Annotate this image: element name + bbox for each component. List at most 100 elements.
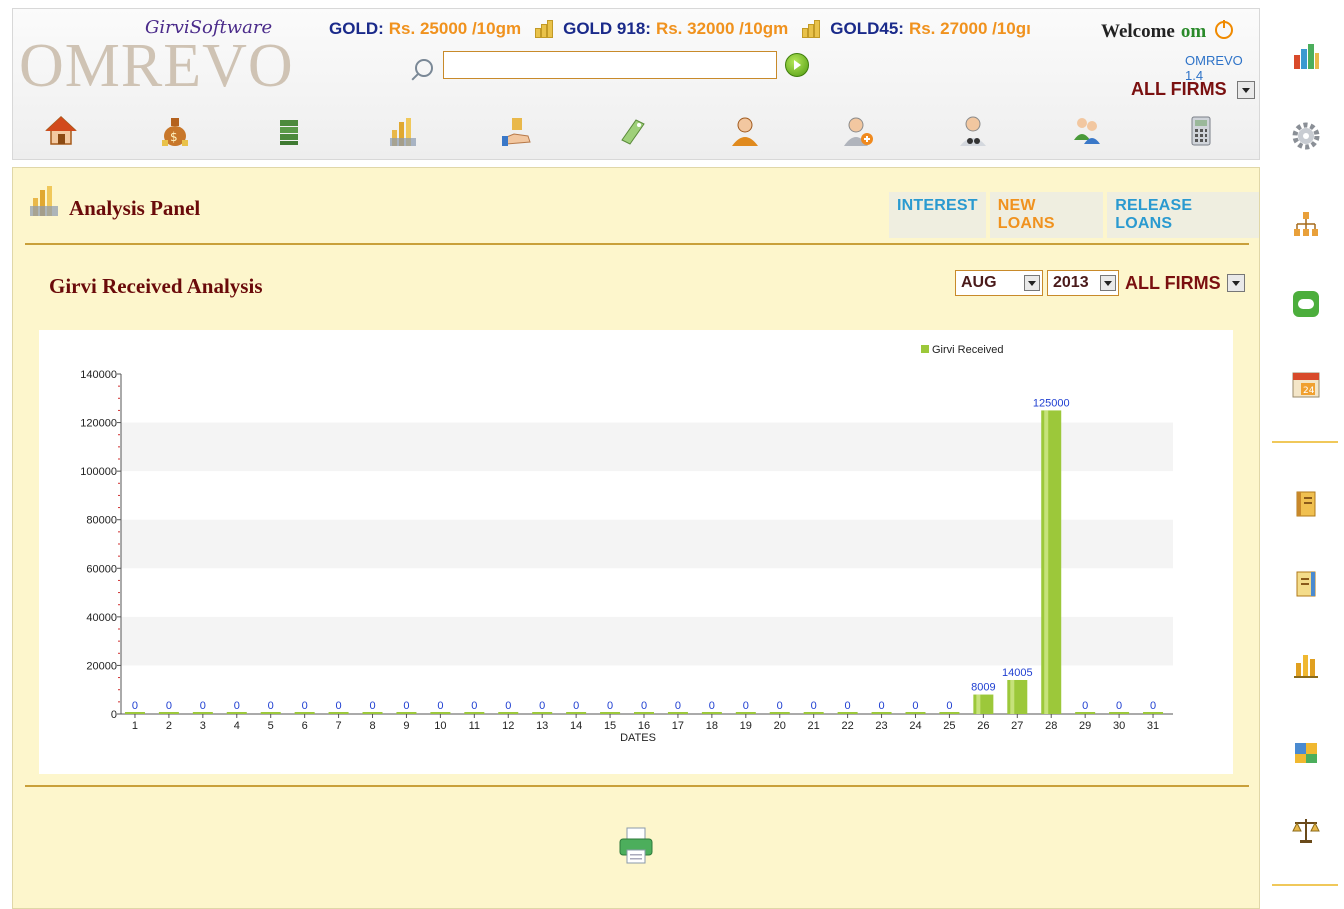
add-customer-icon[interactable]	[837, 109, 881, 153]
tab-release-loans[interactable]: RELEASE LOANS	[1107, 192, 1259, 238]
rate-value-gold-918: Rs. 32000 /10gm	[655, 19, 789, 38]
search-go-button[interactable]	[785, 53, 809, 77]
x-tick-label: 13	[536, 720, 548, 732]
y-tick-label: 20000	[86, 660, 117, 672]
y-tick-label: 40000	[86, 612, 117, 624]
data-label: 0	[268, 700, 274, 712]
money-bag-icon[interactable]: $	[153, 109, 197, 153]
reports-chart-icon[interactable]	[1290, 40, 1322, 72]
chevron-down-icon[interactable]	[1100, 275, 1116, 291]
tab-interest[interactable]: INTEREST	[889, 192, 986, 238]
firm-select[interactable]: ALL FIRMS	[1131, 79, 1255, 100]
firm-select-value: ALL FIRMS	[1131, 79, 1227, 99]
x-tick-label: 2	[166, 720, 172, 732]
divider	[1272, 884, 1338, 886]
x-tick-label: 10	[434, 720, 446, 732]
customer-icon[interactable]	[723, 109, 767, 153]
chart-bar	[735, 712, 756, 714]
calendar-icon[interactable]: 24	[1290, 368, 1322, 400]
grid-band	[121, 519, 1173, 569]
chevron-down-icon[interactable]	[1236, 80, 1255, 99]
chart-bar	[667, 712, 688, 714]
y-tick-label: 100000	[80, 466, 117, 478]
tab-new-loans[interactable]: NEW LOANS	[989, 192, 1104, 238]
balance-scale-icon[interactable]	[1290, 814, 1322, 846]
chart-svg: 0 20000 40000 60000 8 0 0 0 0 100000 120000 14 0 0 0 0 0…	[80, 344, 1173, 744]
users-group-icon[interactable]	[1065, 109, 1109, 153]
cash-stack-icon[interactable]	[267, 109, 311, 153]
gold-coins-icon	[533, 20, 555, 38]
chart-bar	[939, 712, 960, 714]
x-tick-label: 24	[909, 720, 921, 732]
print-icon[interactable]	[617, 826, 655, 866]
y-tick-label: 120000	[80, 418, 117, 430]
chart-bar	[769, 712, 790, 714]
x-tick-label: 15	[604, 720, 616, 732]
data-label: 0	[811, 700, 817, 712]
notebook-icon[interactable]	[1290, 568, 1322, 600]
chart-bar	[532, 712, 553, 714]
search-input[interactable]	[443, 51, 777, 79]
chevron-down-icon[interactable]	[1024, 275, 1040, 291]
welcome-label: Welcome	[1101, 21, 1175, 42]
ledger-book-icon[interactable]	[1290, 488, 1322, 520]
home-icon[interactable]	[39, 109, 83, 153]
gold-rates-ticker: GOLD: Rs. 25000 /10gm GOLD 918: Rs. 3200…	[329, 19, 1089, 39]
chart-bar	[362, 712, 383, 714]
data-label: 0	[166, 700, 172, 712]
analysis-chart-icon	[27, 184, 61, 218]
data-label: 0	[878, 700, 884, 712]
chart-bar	[837, 712, 858, 714]
chart-bar	[192, 712, 213, 714]
logout-power-icon[interactable]	[1214, 20, 1233, 39]
price-tag-icon[interactable]	[609, 109, 653, 153]
data-label: 0	[1116, 700, 1122, 712]
data-label: 0	[946, 700, 952, 712]
chart-bar	[803, 712, 824, 714]
brand-logo[interactable]: OMREVO	[19, 35, 294, 97]
search-customer-icon[interactable]	[951, 109, 995, 153]
hierarchy-icon[interactable]	[1290, 208, 1322, 240]
chart-bar	[328, 712, 349, 714]
analysis-panel: Analysis Panel INTEREST NEW LOANS RELEAS…	[12, 167, 1260, 909]
month-select[interactable]: AUG	[955, 270, 1043, 296]
analysis-chart-icon[interactable]	[381, 109, 425, 153]
x-tick-label: 22	[841, 720, 853, 732]
chart-bar	[294, 712, 315, 714]
x-tick-label: 14	[570, 720, 582, 732]
data-label: 0	[675, 700, 681, 712]
chevron-down-icon[interactable]	[1226, 274, 1245, 292]
settings-gear-icon[interactable]	[1290, 120, 1322, 152]
grid-band	[121, 616, 1173, 666]
svg-text:$: $	[170, 130, 178, 144]
firm-filter-select[interactable]: ALL FIRMS	[1125, 273, 1245, 294]
chart-bar	[396, 712, 417, 714]
x-tick-label: 8	[369, 720, 375, 732]
grid-band	[121, 422, 1173, 472]
y-tick-label: 60000	[86, 563, 117, 575]
loan-hand-icon[interactable]	[495, 109, 539, 153]
chart-bar	[1075, 712, 1096, 714]
svg-text:24: 24	[1303, 386, 1315, 396]
x-tick-label: 29	[1079, 720, 1091, 732]
y-tick-label: 0	[111, 709, 117, 721]
chart-bar	[124, 712, 145, 714]
data-label: 0	[437, 700, 443, 712]
data-label: 0	[1150, 700, 1156, 712]
year-select[interactable]: 2013	[1047, 270, 1119, 296]
x-tick-label: 6	[302, 720, 308, 732]
x-tick-label: 27	[1011, 720, 1023, 732]
welcome-username: om	[1180, 21, 1207, 42]
data-label: 0	[200, 700, 206, 712]
rate-value-gold: Rs. 25000 /10gm	[388, 19, 522, 38]
chart-bar	[1143, 712, 1164, 714]
bar-chart-icon[interactable]	[1290, 648, 1322, 680]
calculator-icon[interactable]	[1179, 109, 1223, 153]
chart-bar	[464, 712, 485, 714]
puzzle-icon[interactable]	[1290, 736, 1322, 768]
chart-bar	[871, 712, 892, 714]
x-tick-label: 16	[638, 720, 650, 732]
year-select-value: 2013	[1053, 274, 1089, 291]
x-tick-label: 23	[875, 720, 887, 732]
sms-icon[interactable]	[1290, 288, 1322, 320]
